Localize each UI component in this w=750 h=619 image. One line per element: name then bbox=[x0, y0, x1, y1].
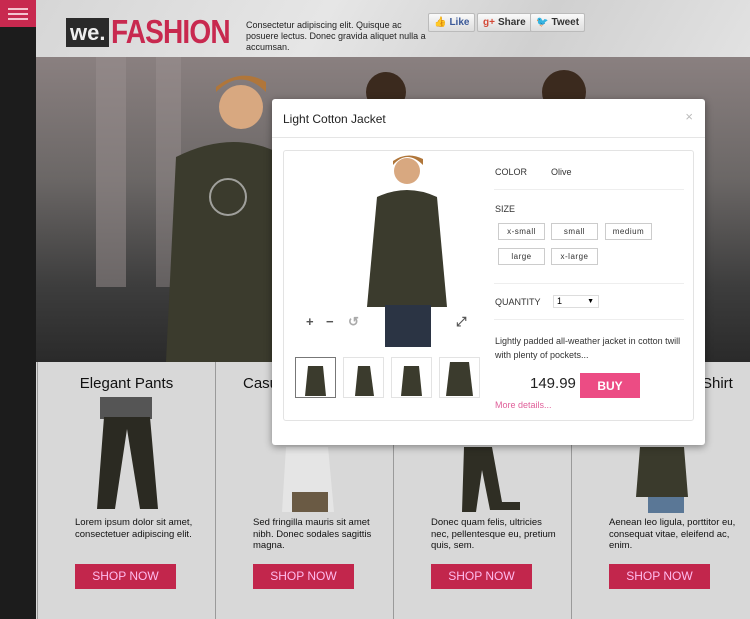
share-label: Share bbox=[497, 17, 526, 28]
thumbnail[interactable] bbox=[295, 357, 336, 398]
hamburger-menu-button[interactable] bbox=[0, 0, 36, 27]
thumbs-up-icon: 👍 bbox=[434, 17, 447, 28]
thumbnail[interactable] bbox=[439, 357, 480, 398]
divider bbox=[494, 189, 684, 190]
like-label: Like bbox=[449, 17, 470, 28]
product-image bbox=[97, 397, 158, 509]
product-title: Elegant Pants bbox=[79, 375, 174, 392]
fullscreen-icon[interactable]: ⤢ bbox=[456, 314, 466, 330]
product-description: Aenean leo ligula, porttitor eu, consequ… bbox=[609, 517, 736, 551]
rotate-icon[interactable]: ↺ bbox=[348, 314, 359, 330]
logo-we: we. bbox=[66, 17, 110, 47]
share-button[interactable]: g+ Share bbox=[477, 13, 532, 32]
product-description: Donec quam felis, ultricies nec, pellent… bbox=[431, 517, 556, 551]
size-option[interactable]: small bbox=[551, 223, 598, 240]
modal-title: Light Cotton Jacket bbox=[283, 112, 386, 126]
shop-now-button[interactable]: SHOP NOW bbox=[253, 564, 354, 589]
product-card: Elegant Pants Lorem ipsum dolor sit amet… bbox=[37, 362, 215, 619]
size-option[interactable]: medium bbox=[605, 223, 652, 240]
google-plus-icon: g+ bbox=[483, 17, 495, 28]
logo-fashion: FASHION bbox=[111, 13, 231, 50]
divider bbox=[494, 283, 684, 284]
color-value: Olive bbox=[551, 167, 572, 177]
like-button[interactable]: 👍 Like bbox=[428, 13, 476, 32]
product-description: Lorem ipsum dolor sit amet, consectetuer… bbox=[75, 517, 193, 540]
size-option[interactable]: x-large bbox=[551, 248, 598, 265]
divider bbox=[494, 319, 684, 320]
chevron-down-icon: ▼ bbox=[587, 298, 594, 305]
tagline: Consectetur adipiscing elit. Quisque ac … bbox=[246, 20, 426, 52]
close-icon[interactable]: × bbox=[685, 109, 693, 124]
product-main-image bbox=[367, 155, 447, 347]
product-title: Shirt bbox=[702, 375, 733, 392]
size-label: SIZE bbox=[495, 204, 516, 214]
divider bbox=[272, 137, 705, 138]
more-details-link[interactable]: More details... bbox=[495, 400, 552, 410]
buy-button[interactable]: BUY bbox=[580, 373, 640, 398]
zoom-out-icon[interactable]: − bbox=[326, 314, 334, 329]
product-description: Lightly padded all-weather jacket in cot… bbox=[495, 336, 681, 360]
shop-now-button[interactable]: SHOP NOW bbox=[431, 564, 532, 589]
quantity-label: QUANTITY bbox=[495, 297, 541, 307]
quantity-value: 1 bbox=[557, 296, 563, 306]
header: we. FASHION Consectetur adipiscing elit. … bbox=[36, 0, 750, 57]
thumbnail[interactable] bbox=[391, 357, 432, 398]
size-option[interactable]: large bbox=[498, 248, 545, 265]
price: 149.99 bbox=[530, 375, 576, 392]
tweet-button[interactable]: 🐦 Tweet bbox=[530, 13, 586, 32]
quick-view-modal: Light Cotton Jacket × + − ↺ ⤢ COLOR Oliv… bbox=[272, 99, 705, 445]
product-panel: + − ↺ ⤢ COLOR Olive SIZE x-small small m… bbox=[283, 150, 694, 421]
thumbnail[interactable] bbox=[343, 357, 384, 398]
shop-now-button[interactable]: SHOP NOW bbox=[609, 564, 710, 589]
quantity-select[interactable]: 1 ▼ bbox=[553, 295, 599, 308]
tweet-label: Tweet bbox=[551, 17, 580, 28]
product-description: Sed fringilla mauris sit amet nibh. Done… bbox=[253, 517, 372, 551]
zoom-in-icon[interactable]: + bbox=[306, 314, 314, 329]
logo[interactable]: we. FASHION bbox=[66, 13, 251, 51]
sidebar bbox=[0, 0, 36, 619]
shop-now-button[interactable]: SHOP NOW bbox=[75, 564, 176, 589]
size-option[interactable]: x-small bbox=[498, 223, 545, 240]
color-label: COLOR bbox=[495, 167, 528, 177]
twitter-icon: 🐦 bbox=[536, 17, 549, 28]
